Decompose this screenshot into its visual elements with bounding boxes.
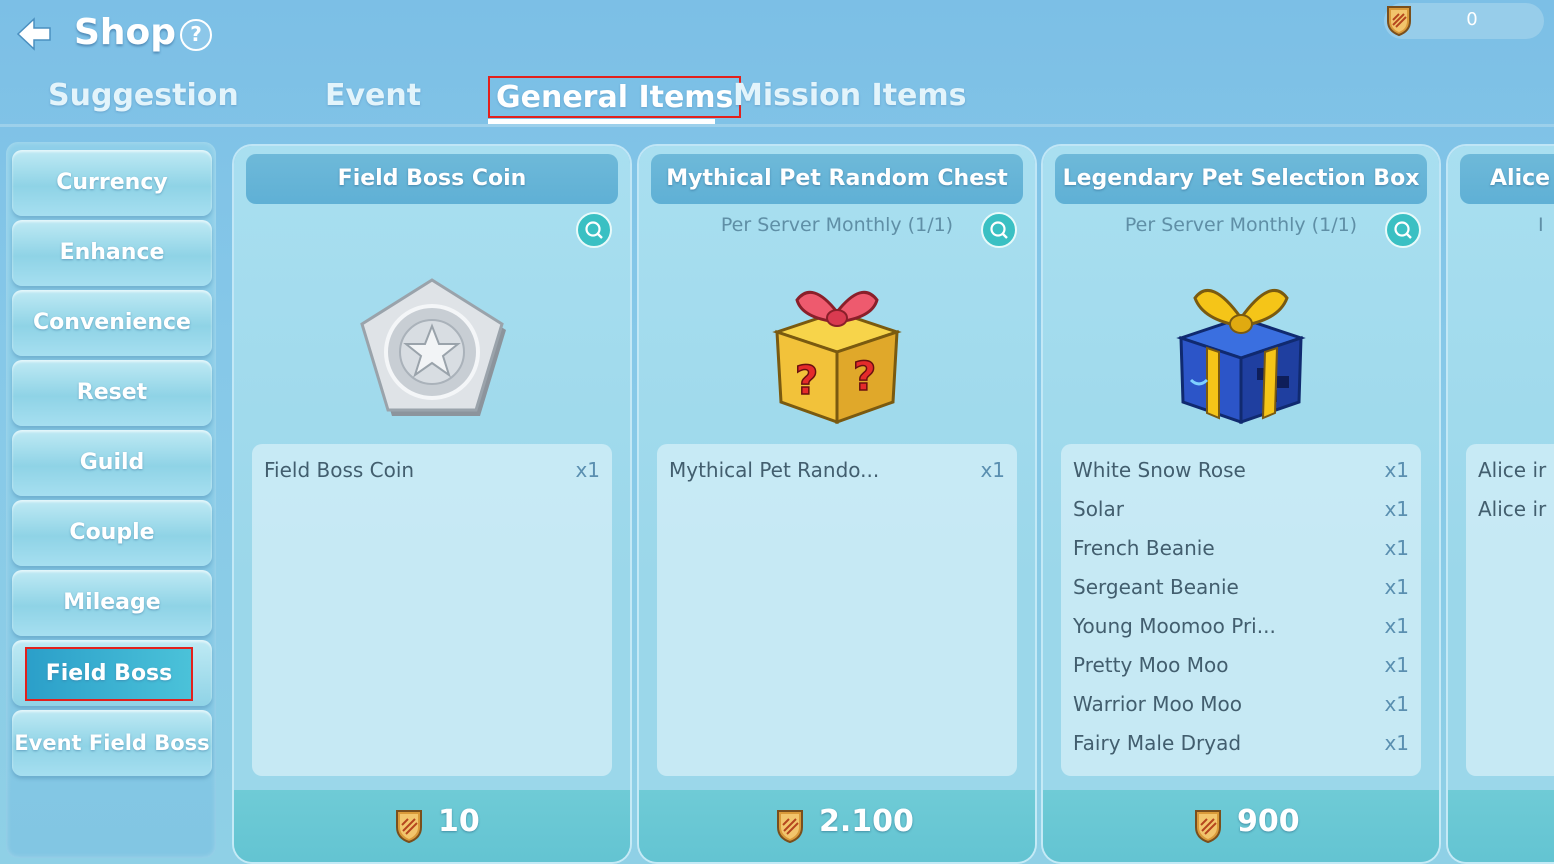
- sidebar-item-currency[interactable]: Currency: [12, 150, 212, 216]
- card-title: Field Boss Coin: [246, 154, 618, 204]
- shield-coin-icon: [396, 810, 422, 844]
- help-button[interactable]: ?: [180, 19, 212, 51]
- back-arrow-icon: [16, 17, 51, 51]
- item-name: White Snow Rose: [1073, 458, 1246, 482]
- shield-coin-icon: [777, 810, 803, 844]
- tab-event[interactable]: Event: [325, 76, 421, 118]
- item-name: Fairy Male Dryad: [1073, 731, 1242, 755]
- magnifier-icon: [1394, 221, 1412, 239]
- shop-card-legendary-pet-selection-box[interactable]: Legendary Pet Selection Box Per Server M…: [1043, 146, 1439, 862]
- item-name: Alice ir: [1478, 458, 1547, 482]
- tab-general-items[interactable]: General Items: [488, 76, 742, 118]
- sidebar-item-enhance[interactable]: Enhance: [12, 220, 212, 286]
- sidebar-item-label: Field Boss: [25, 647, 193, 701]
- item-qty: x1: [1384, 653, 1409, 677]
- reward-list: White Snow Rose x1 Solar x1 French Beani…: [1061, 444, 1421, 776]
- list-item: Alice ir: [1478, 458, 1554, 488]
- list-item: Field Boss Coin x1: [264, 458, 600, 488]
- silver-coin-icon: [360, 278, 506, 416]
- item-qty: x1: [1384, 536, 1409, 560]
- item-name: Solar: [1073, 497, 1124, 521]
- page-title: Shop: [74, 12, 177, 53]
- reward-list: Alice ir Alice ir: [1466, 444, 1554, 776]
- item-name: Young Moomoo Pri...: [1073, 614, 1276, 638]
- sidebar-item-event-field-boss[interactable]: Event Field Boss: [12, 710, 212, 776]
- buy-button[interactable]: 10: [234, 790, 630, 862]
- item-qty: x1: [980, 458, 1005, 482]
- price-value: 900: [1237, 804, 1300, 839]
- purchase-limit: Per Server Monthly (1/1): [720, 214, 954, 236]
- sidebar-item-field-boss[interactable]: Field Boss: [12, 640, 212, 706]
- shield-coin-icon: [1195, 810, 1221, 844]
- item-qty: x1: [1384, 614, 1409, 638]
- item-qty: x1: [1384, 575, 1409, 599]
- shield-coin-icon: [1387, 6, 1411, 37]
- list-item: White Snow Rose x1: [1073, 458, 1409, 488]
- reward-list: Field Boss Coin x1: [252, 444, 612, 776]
- sidebar-item-convenience[interactable]: Convenience: [12, 290, 212, 356]
- list-item: French Beanie x1: [1073, 536, 1409, 566]
- buy-button[interactable]: [1448, 790, 1554, 862]
- currency-value: 0: [1466, 9, 1478, 30]
- back-button[interactable]: [14, 16, 54, 52]
- purchase-limit: I: [1538, 214, 1544, 236]
- tab-mission-items[interactable]: Mission Items: [733, 76, 967, 118]
- item-name: Pretty Moo Moo: [1073, 653, 1229, 677]
- list-item: Warrior Moo Moo x1: [1073, 692, 1409, 722]
- card-title: Legendary Pet Selection Box: [1055, 154, 1427, 204]
- item-name: Field Boss Coin: [264, 458, 415, 482]
- mystery-gift-box-icon: ? ?: [772, 290, 902, 425]
- sidebar-item-mileage[interactable]: Mileage: [12, 570, 212, 636]
- zoom-button[interactable]: [981, 212, 1017, 248]
- zoom-button[interactable]: [1385, 212, 1421, 248]
- list-item: Sergeant Beanie x1: [1073, 575, 1409, 605]
- list-item: Alice ir: [1478, 497, 1554, 527]
- zoom-button[interactable]: [576, 212, 612, 248]
- reward-list: Mythical Pet Rando... x1: [657, 444, 1017, 776]
- svg-text:?: ?: [853, 354, 876, 400]
- blue-gift-box-icon: [1176, 288, 1306, 425]
- card-title: Alice: [1460, 154, 1554, 204]
- item-name: Warrior Moo Moo: [1073, 692, 1243, 716]
- item-qty: x1: [1384, 458, 1409, 482]
- tab-suggestion[interactable]: Suggestion: [48, 76, 239, 118]
- item-name: Mythical Pet Rando...: [669, 458, 880, 482]
- price-value: 10: [438, 804, 480, 839]
- buy-button[interactable]: 900: [1043, 790, 1439, 862]
- item-qty: x1: [1384, 497, 1409, 521]
- item-qty: x1: [575, 458, 600, 482]
- item-qty: x1: [1384, 692, 1409, 716]
- magnifier-icon: [585, 221, 603, 239]
- purchase-limit: Per Server Monthly (1/1): [1124, 214, 1358, 236]
- item-name: Sergeant Beanie: [1073, 575, 1239, 599]
- svg-text:?: ?: [795, 358, 818, 404]
- sidebar-item-reset[interactable]: Reset: [12, 360, 212, 426]
- magnifier-icon: [990, 221, 1008, 239]
- shop-card-field-boss-coin[interactable]: Field Boss Coin Field Boss Coin x1 10: [234, 146, 630, 862]
- list-item: Pretty Moo Moo x1: [1073, 653, 1409, 683]
- list-item: Mythical Pet Rando... x1: [669, 458, 1005, 488]
- shop-card-mythical-pet-random-chest[interactable]: Mythical Pet Random Chest Per Server Mon…: [639, 146, 1035, 862]
- item-qty: x1: [1384, 731, 1409, 755]
- list-item: Young Moomoo Pri... x1: [1073, 614, 1409, 644]
- list-item: Solar x1: [1073, 497, 1409, 527]
- item-name: Alice ir: [1478, 497, 1547, 521]
- card-title: Mythical Pet Random Chest: [651, 154, 1023, 204]
- item-name: French Beanie: [1073, 536, 1215, 560]
- shop-card-alice[interactable]: Alice I Alice ir Alice ir: [1448, 146, 1554, 862]
- tab-divider: [0, 124, 1554, 127]
- price-value: 2.100: [819, 804, 914, 839]
- sidebar-item-guild[interactable]: Guild: [12, 430, 212, 496]
- list-item: Fairy Male Dryad x1: [1073, 731, 1409, 761]
- sidebar-item-couple[interactable]: Couple: [12, 500, 212, 566]
- buy-button[interactable]: 2.100: [639, 790, 1035, 862]
